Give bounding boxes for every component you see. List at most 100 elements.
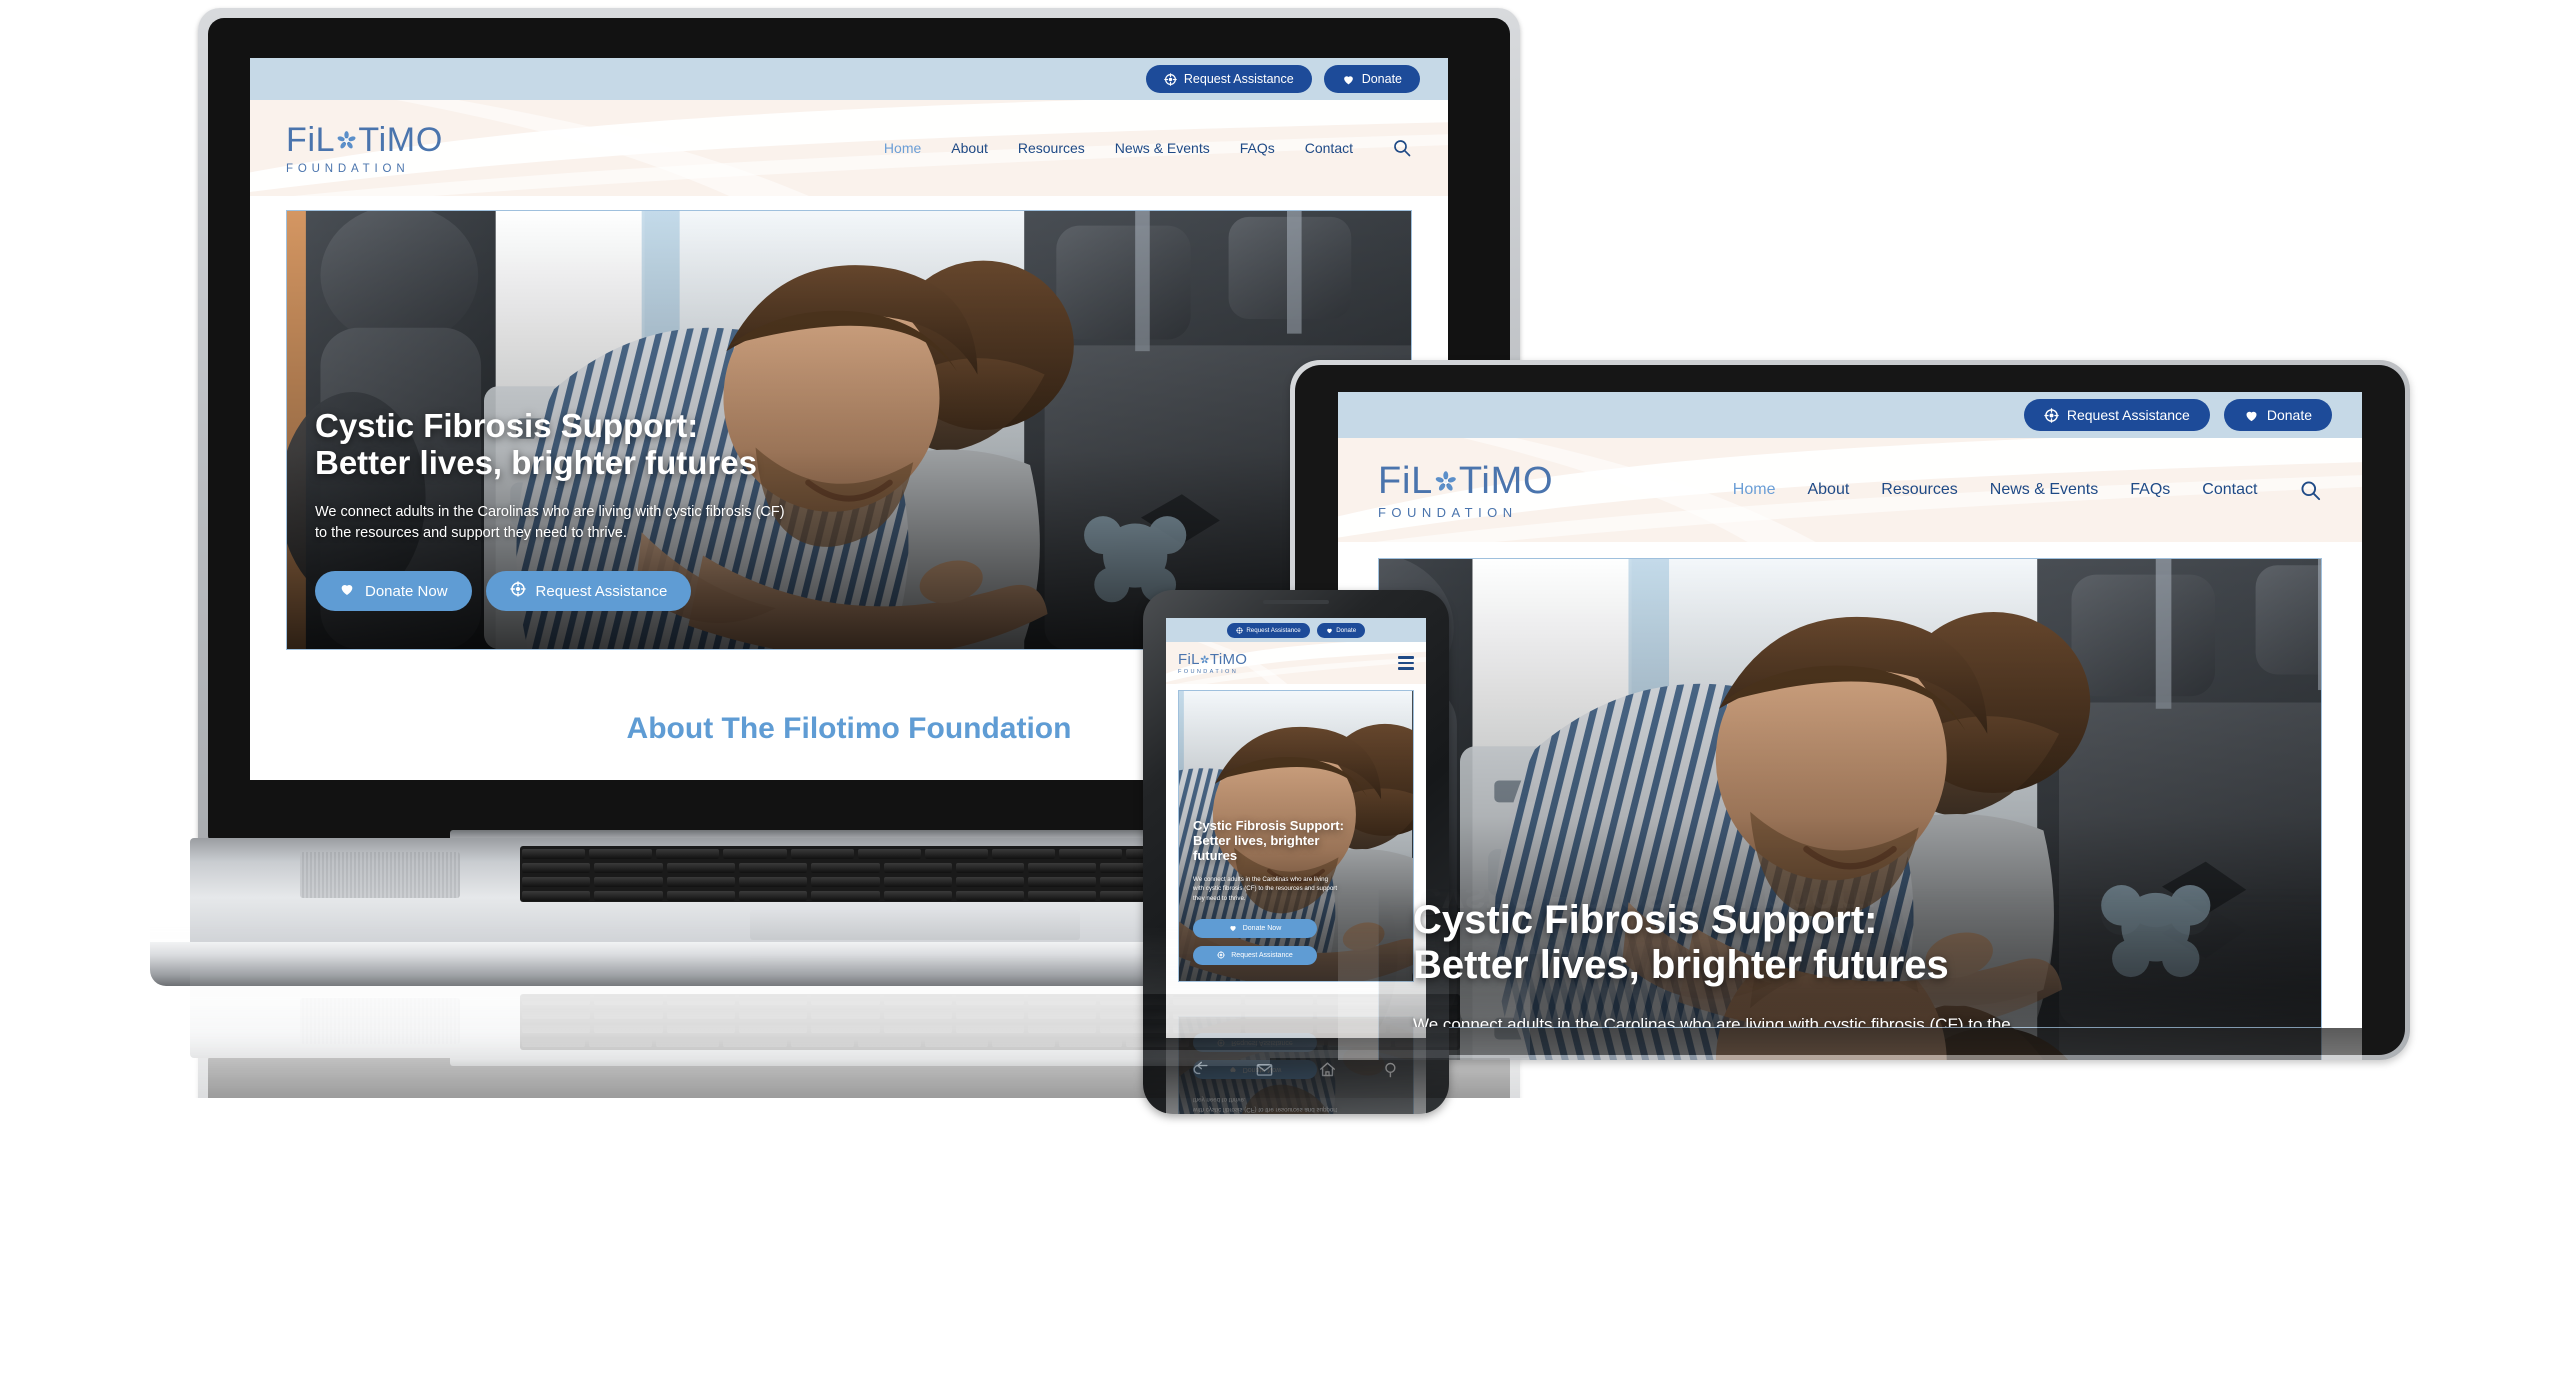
brand-name-part1: FiL (1178, 651, 1200, 669)
request-assistance-button-topbar[interactable]: Request Assistance (1226, 622, 1310, 638)
nav-item-contact[interactable]: Contact (2202, 481, 2257, 499)
keyboard-key (1028, 877, 1097, 887)
brand-name-part1: FiL (286, 121, 336, 160)
keyboard-key (522, 863, 591, 873)
heart-icon (1326, 627, 1333, 634)
heart-icon (2244, 408, 2259, 423)
nav-item-faqs[interactable]: FAQs (1240, 140, 1275, 156)
nav-item-about[interactable]: About (1807, 481, 1849, 499)
nav-item-about[interactable]: About (951, 140, 988, 156)
hero-banner: Cystic Fibrosis Support:Better lives, br… (1378, 558, 2322, 1028)
main-navigation: Home About Resources News & Events FAQs Conta… (1733, 479, 2322, 502)
request-assistance-button-hero[interactable]: Request Assistance (485, 571, 692, 611)
keyboard-key (790, 849, 854, 859)
back-arrow-icon[interactable] (1191, 1060, 1210, 1079)
hero-heading-line-1: Cystic Fibrosis Support: (1413, 897, 1878, 942)
keyboard-key (1028, 863, 1097, 873)
heart-icon (1229, 924, 1237, 934)
utility-topbar: Request Assistance Donate (1166, 618, 1426, 642)
keyboard-key (1059, 849, 1123, 859)
nav-item-resources[interactable]: Resources (1881, 481, 1957, 499)
keyboard-key (811, 877, 880, 887)
keyboard-key (666, 877, 735, 887)
brand-logo[interactable]: FiL TiMO FOUNDATION (286, 121, 443, 174)
search-icon[interactable] (2299, 479, 2322, 502)
lifebuoy-icon (1164, 72, 1177, 86)
nav-item-faqs[interactable]: FAQs (2130, 481, 2170, 499)
donate-button-topbar[interactable]: Donate (1316, 622, 1366, 638)
site-header: FiL TiMO FOUNDATION (1166, 642, 1426, 684)
request-assistance-label-hero: Request Assistance (1231, 952, 1293, 959)
brand-name-part2: TiMO (358, 121, 443, 160)
keyboard-key (594, 877, 663, 887)
envelope-icon[interactable] (1255, 1060, 1274, 1079)
flower-icon (336, 130, 357, 151)
donate-now-button[interactable]: Donate Now (1193, 919, 1317, 938)
keyboard-key (666, 863, 735, 873)
heart-icon (339, 581, 355, 601)
nav-item-news-events[interactable]: News & Events (1990, 481, 2098, 499)
hero-heading-line-3: futures (1193, 847, 1238, 863)
hero-banner: Cystic Fibrosis Support:Better lives, br… (1178, 690, 1414, 982)
keyboard-key (666, 891, 735, 901)
hero-cta-group: Donate Now Request Assistance (1193, 919, 1399, 965)
hero-heading: Cystic Fibrosis Support: Better lives, br… (1413, 898, 2287, 988)
keyboard-key (738, 863, 808, 873)
hero-content: Cystic Fibrosis Support:Better lives, br… (287, 407, 1383, 611)
laptop-speaker-grille (300, 852, 460, 898)
keyboard-key (522, 877, 591, 887)
lifebuoy-icon (509, 581, 526, 601)
request-assistance-button-topbar[interactable]: Request Assistance (1145, 65, 1312, 93)
hero-paragraph-line-3: they need to thrive. (1193, 894, 1246, 902)
hero-paragraph: We connect adults in the Carolinas who a… (1193, 875, 1399, 903)
brand-logo[interactable]: FiL TiMO FOUNDATION (1178, 651, 1247, 675)
keyboard-key (723, 849, 787, 859)
request-assistance-label-hero: Request Assistance (535, 582, 668, 600)
phone-system-navbar[interactable] (1143, 1038, 1449, 1114)
keyboard-key (594, 863, 663, 873)
keyboard-key (522, 891, 591, 901)
laptop-trackpad (750, 910, 1080, 940)
keyboard-key (1028, 891, 1097, 901)
keyboard-key (857, 849, 921, 859)
donate-button-topbar[interactable]: Donate (2223, 399, 2332, 431)
request-assistance-label: Request Assistance (2066, 407, 2190, 423)
hero-heading-line-2: Better lives, brighter futures (1413, 942, 1949, 987)
site-header: FiL TiMO FOUNDATION Home About Resources News … (250, 100, 1448, 196)
nav-item-resources[interactable]: Resources (1018, 140, 1085, 156)
keyboard-key (924, 849, 988, 859)
flower-icon (1434, 470, 1458, 494)
hero-paragraph-line-2: to the resources and support they need t… (315, 525, 627, 542)
request-assistance-button-topbar[interactable]: Request Assistance (2023, 399, 2210, 431)
utility-topbar: Request Assistance Donate (250, 58, 1448, 100)
keyboard-key (883, 891, 952, 901)
donate-button-topbar[interactable]: Donate (1323, 65, 1420, 93)
nav-item-contact[interactable]: Contact (1305, 140, 1353, 156)
hero-heading-line-2: Better lives, brighter (1193, 833, 1320, 849)
phone-mockup: Request Assistance Donate FiL TiMO FOUNDATIO… (1143, 590, 1449, 1114)
brand-tagline: FOUNDATION (286, 162, 410, 175)
search-icon[interactable] (1392, 138, 1412, 158)
hero-cta-group: Donate Now Request Assistance (315, 571, 1383, 611)
tablet-mockup: Request Assistance Donate FiL TiMO FOUNDATIO… (1290, 360, 2410, 1060)
nav-item-home[interactable]: Home (1733, 481, 1776, 499)
home-icon[interactable] (1318, 1060, 1337, 1079)
mockup-stage: Request Assistance Donate FiL TiMO FOUNDATIO… (0, 0, 2560, 1395)
donate-now-button[interactable]: Donate Now (315, 571, 472, 611)
nav-item-home[interactable]: Home (884, 140, 921, 156)
hamburger-menu-icon[interactable] (1398, 656, 1414, 670)
search-icon[interactable] (1382, 1060, 1401, 1079)
hero-heading: Cystic Fibrosis Support: Better lives, br… (315, 407, 1383, 482)
request-assistance-button-hero[interactable]: Request Assistance (1193, 946, 1317, 965)
hero-paragraph-line-1: We connect adults in the Carolinas who a… (1193, 876, 1329, 884)
hero-heading-line-1: Cystic Fibrosis Support: (1193, 818, 1344, 834)
nav-item-news-events[interactable]: News & Events (1115, 140, 1210, 156)
keyboard-key (656, 849, 720, 859)
keyboard-key (522, 849, 586, 859)
donate-label: Donate (1336, 626, 1357, 634)
brand-tagline: FOUNDATION (1178, 668, 1239, 675)
utility-topbar: Request Assistance Donate (1338, 392, 2362, 438)
keyboard-key (589, 849, 653, 859)
brand-logo[interactable]: FiL TiMO FOUNDATION (1378, 460, 1553, 520)
keyboard-key (738, 877, 808, 887)
